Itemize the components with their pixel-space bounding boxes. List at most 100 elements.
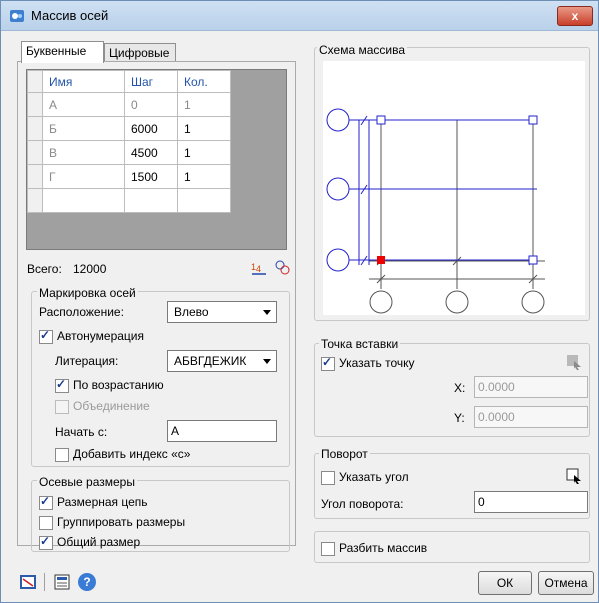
row-header[interactable]	[27, 188, 43, 213]
group-dims-checkbox[interactable]: Группировать размеры	[39, 515, 185, 530]
placement-select[interactable]: Влево	[167, 301, 277, 323]
overall-dim-checkbox[interactable]: Общий размер	[39, 534, 141, 550]
tab-digits[interactable]: Цифровые	[104, 43, 176, 63]
insert-point-marker	[377, 256, 385, 264]
cancel-button[interactable]: Отмена	[538, 571, 594, 595]
specify-point-checkbox[interactable]: Указать точку	[321, 355, 415, 371]
rotation-title: Поворот	[319, 447, 370, 461]
table-row[interactable]: В 4500 1	[27, 140, 231, 165]
checkbox-checked-icon	[39, 494, 53, 510]
cell-count[interactable]: 1	[177, 92, 231, 117]
y-input[interactable]: 0.0000	[474, 406, 588, 428]
table-header-row: Имя Шаг Кол.	[27, 70, 231, 93]
pick-point-icon[interactable]	[565, 353, 583, 371]
table-row[interactable]: Б 6000 1	[27, 116, 231, 141]
y-label: Y:	[454, 411, 465, 425]
pick-axes-icon[interactable]	[273, 258, 291, 276]
explode-label: Разбить массив	[339, 541, 428, 555]
cell-count[interactable]: 1	[177, 164, 231, 189]
placement-label: Расположение:	[39, 305, 124, 319]
angle-input[interactable]: 0	[474, 491, 588, 513]
chevron-down-icon	[263, 310, 271, 315]
ok-button[interactable]: ОК	[478, 571, 532, 595]
autonum-label: Автонумерация	[57, 329, 144, 343]
app-icon	[10, 10, 24, 22]
column-header-name[interactable]: Имя	[42, 70, 125, 93]
cell-count[interactable]: 1	[177, 116, 231, 141]
literation-select[interactable]: АБВГДЕЖИК	[167, 350, 277, 372]
literation-value: АБВГДЕЖИК	[174, 354, 247, 368]
literation-label: Литерация:	[55, 354, 119, 368]
settings-icon[interactable]	[53, 573, 71, 591]
row-header[interactable]	[27, 92, 43, 117]
cancel-button-label: Отмена	[544, 576, 588, 590]
column-header-count[interactable]: Кол.	[177, 70, 231, 93]
scheme-preview	[323, 61, 585, 315]
x-input[interactable]: 0.0000	[474, 376, 588, 398]
cell-step[interactable]	[124, 188, 178, 213]
cell-step[interactable]: 4500	[124, 140, 178, 165]
cell-name[interactable]: Б	[42, 116, 125, 141]
marking-group-title: Маркировка осей	[37, 286, 138, 300]
window-title: Массив осей	[31, 8, 109, 23]
help-icon[interactable]: ?	[78, 573, 96, 591]
total-value: 12000	[73, 262, 107, 276]
table-row[interactable]: А 0 1	[27, 92, 231, 117]
library-icon[interactable]	[19, 573, 37, 591]
add-index-label: Добавить индекс «с»	[73, 447, 191, 461]
help-glyph: ?	[83, 575, 91, 589]
cell-name[interactable]	[42, 188, 125, 213]
checkbox-unchecked-icon	[55, 447, 69, 462]
dialog-window: Массив осей x Буквенные Цифровые Имя Шаг…	[0, 0, 599, 603]
checkbox-unchecked-icon	[39, 515, 53, 530]
explode-checkbox[interactable]: Разбить массив	[321, 541, 427, 556]
placement-value: Влево	[174, 305, 209, 319]
footer-divider	[44, 573, 45, 591]
tab-letters[interactable]: Буквенные	[21, 41, 104, 63]
start-label: Начать с:	[55, 425, 108, 439]
add-index-checkbox[interactable]: Добавить индекс «с»	[55, 447, 190, 462]
ok-button-label: ОК	[496, 576, 514, 590]
row-header[interactable]	[27, 116, 43, 141]
checkbox-checked-icon	[321, 355, 335, 371]
start-input[interactable]: А	[167, 420, 277, 442]
cell-step[interactable]: 1500	[124, 164, 178, 189]
table-row[interactable]	[27, 188, 231, 213]
svg-text:4: 4	[256, 264, 261, 274]
overall-dim-label: Общий размер	[57, 535, 141, 549]
specify-angle-checkbox[interactable]: Указать угол	[321, 470, 409, 485]
cell-name[interactable]: Г	[42, 164, 125, 189]
row-header[interactable]	[27, 140, 43, 165]
chevron-down-icon	[263, 359, 271, 364]
merge-checkbox: Объединение	[55, 399, 150, 414]
axes-scheme-diagram	[326, 108, 545, 314]
x-label: X:	[454, 381, 466, 395]
autonum-checkbox[interactable]: Автонумерация	[39, 328, 144, 344]
checkbox-unchecked-icon	[321, 541, 335, 556]
checkbox-checked-icon	[55, 377, 69, 393]
close-button[interactable]: x	[557, 6, 593, 26]
cell-name[interactable]: В	[42, 140, 125, 165]
column-header-step[interactable]: Шаг	[124, 70, 178, 93]
cell-step[interactable]: 0	[124, 92, 178, 117]
merge-label: Объединение	[73, 399, 150, 413]
insert-point-title: Точка вставки	[319, 337, 401, 351]
ascending-checkbox[interactable]: По возрастанию	[55, 377, 164, 393]
cell-count[interactable]: 1	[177, 140, 231, 165]
close-icon: x	[571, 9, 579, 23]
x-value: 0.0000	[478, 380, 515, 394]
cell-name[interactable]: А	[42, 92, 125, 117]
angle-value: 0	[478, 495, 485, 509]
dim-chain-checkbox[interactable]: Размерная цепь	[39, 494, 148, 510]
dims-group-title: Осевые размеры	[37, 475, 137, 489]
cell-step[interactable]: 6000	[124, 116, 178, 141]
row-header[interactable]	[27, 164, 43, 189]
angle-label: Угол поворота:	[321, 497, 404, 511]
cell-count[interactable]	[177, 188, 231, 213]
table-row[interactable]: Г 1500 1	[27, 164, 231, 189]
tab-letters-label: Буквенные	[26, 44, 87, 58]
pick-angle-icon[interactable]	[565, 467, 583, 485]
checkbox-checked-icon	[39, 328, 53, 344]
sort-icon[interactable]: 1 4	[250, 260, 268, 276]
specify-point-label: Указать точку	[339, 356, 415, 370]
